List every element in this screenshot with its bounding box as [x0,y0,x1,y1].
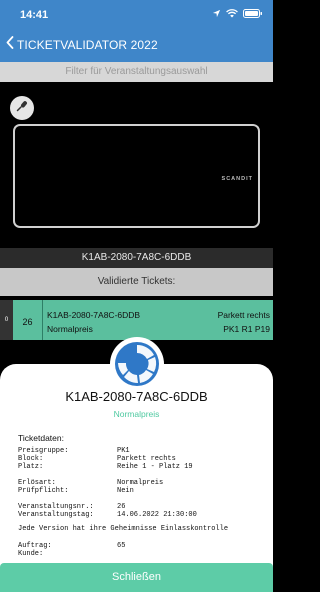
back-button[interactable]: TICKETVALIDATOR 2022 [6,36,158,54]
barcode-scanner-view[interactable] [0,82,273,248]
row-event-number: 26 [13,300,43,340]
microphone-button[interactable] [10,96,34,120]
field-label: Veranstaltungstag: [18,511,94,519]
wifi-icon [226,9,238,18]
detail-ticket-code: K1AB-2080-7A8C-6DDB [65,389,208,404]
row-ticket-code: K1AB-2080-7A8C-6DDB [47,310,141,320]
validated-tickets-header: Validierte Tickets: [0,268,273,296]
status-icons [212,9,263,18]
status-time: 14:41 [20,9,49,21]
nav-bar: TICKETVALIDATOR 2022 [0,28,273,62]
field-label: Block: [18,455,44,463]
close-button[interactable]: Schließen [0,563,273,592]
field-label: Auftrag: [18,542,52,550]
field-value: Parkett rechts [117,455,176,463]
row-index: 0 [0,300,13,340]
ticket-data-heading: Ticketdaten: [18,433,64,443]
field-label: Erlösart: [18,479,56,487]
field-label: Platz: [18,463,44,471]
table-row[interactable]: 0 26 K1AB-2080-7A8C-6DDB Normalpreis Par… [0,300,273,340]
eventim-style-logo-icon [110,337,164,391]
row-block: Parkett rechts [217,310,270,320]
row-seat: PK1 R1 P19 [223,324,270,334]
field-value: Reihe 1 - Platz 19 [117,463,193,471]
nav-title[interactable]: TICKETVALIDATOR 2022 [17,38,158,52]
field-label: Prüfpflicht: [18,487,69,495]
detail-note: Jede Version hat ihre Geheimnisse Einlas… [18,525,229,533]
microphone-icon[interactable] [16,99,28,117]
detail-price-type: Normalpreis [113,409,160,419]
status-bar: 14:41 [0,0,273,28]
chevron-left-icon[interactable] [6,36,14,54]
location-arrow-icon [212,9,221,18]
field-value: 14.06.2022 21:30:00 [117,511,197,519]
scandit-logo: SCANDIT [221,176,253,182]
scanned-code: K1AB-2080-7A8C-6DDB [0,248,273,268]
field-value: 65 [117,542,126,550]
battery-icon [243,9,263,18]
event-filter-input[interactable]: Filter für Veranstaltungsauswahl [0,62,273,82]
field-label: Kunde: [18,550,44,558]
row-price-type: Normalpreis [47,324,93,334]
field-value: 26 [117,503,126,511]
field-value: Normalpreis [117,479,164,487]
field-label: Veranstaltungsnr.: [18,503,94,511]
field-value: Nein [117,487,134,495]
field-label: Preisgruppe: [18,447,69,455]
field-value: PK1 [117,447,130,455]
